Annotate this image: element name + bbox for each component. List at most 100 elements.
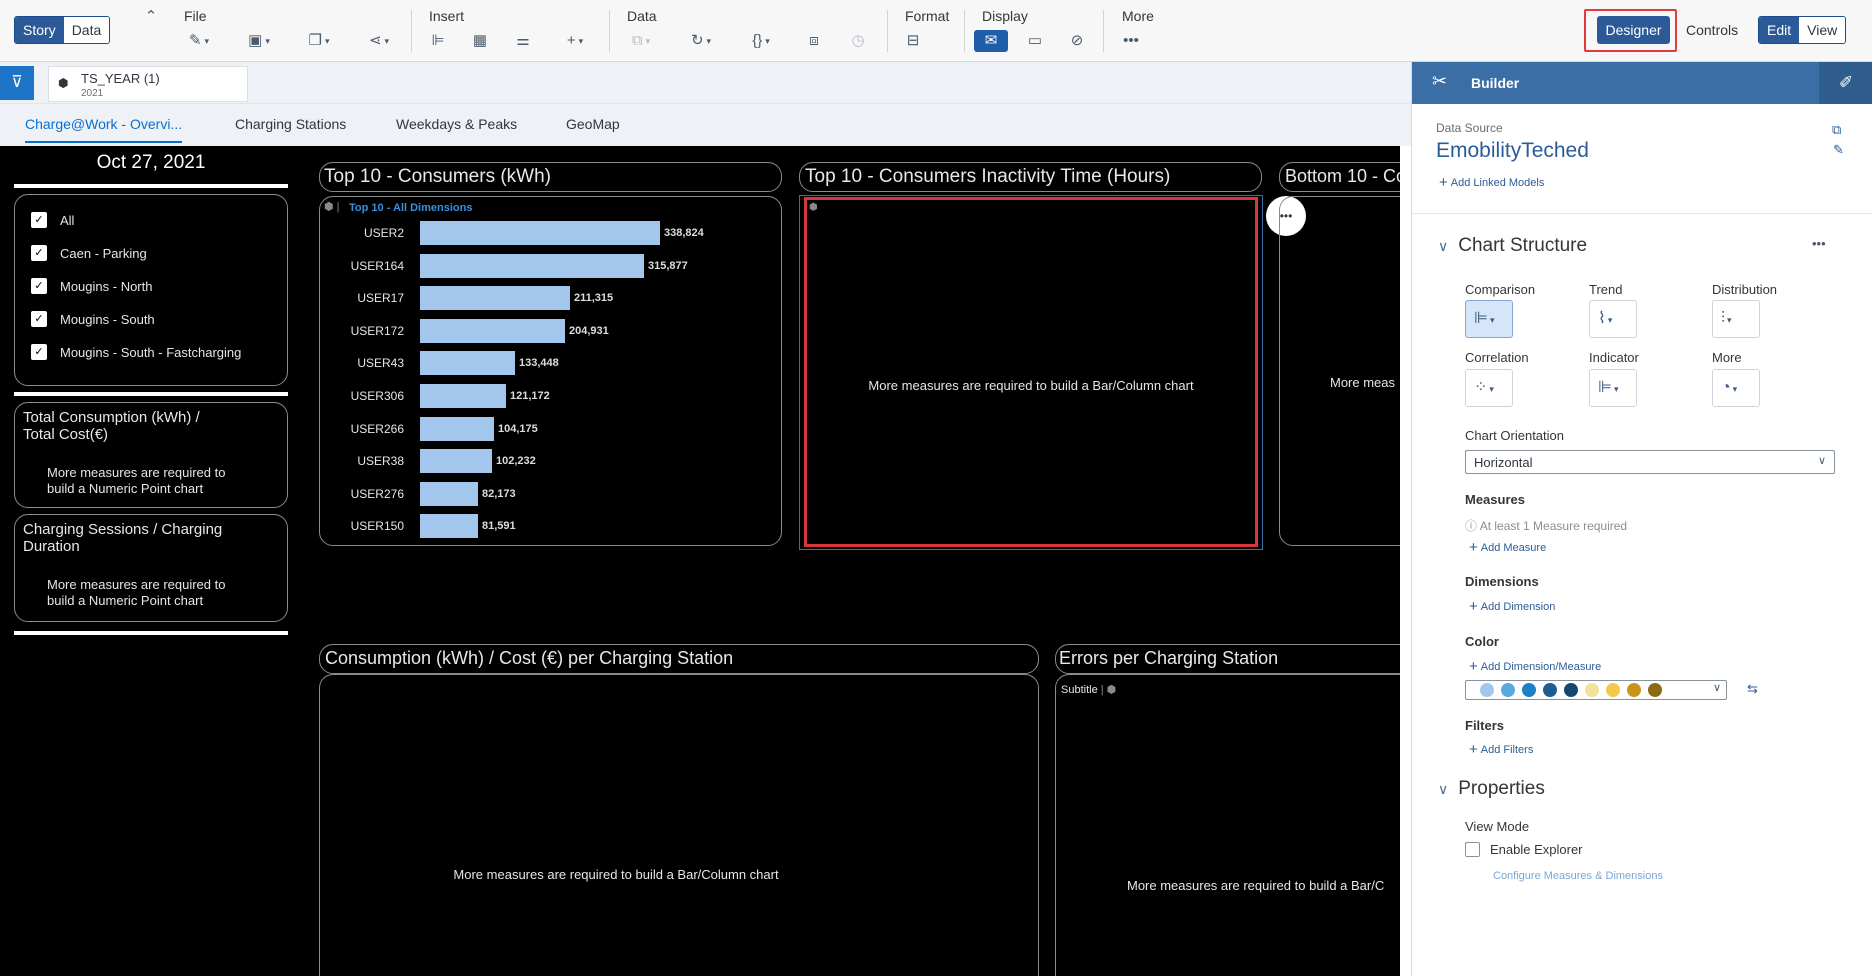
date-label: Oct 27, 2021 xyxy=(96,152,206,173)
kpi-consumption-card[interactable]: Total Consumption (kWh) / Total Cost(€) M… xyxy=(14,402,288,508)
performance-icon[interactable]: ⊘ xyxy=(1060,30,1094,52)
chart-structure-header[interactable]: ∨ Chart Structure xyxy=(1438,235,1587,257)
refresh-icon[interactable]: ↻ ▾ xyxy=(684,30,718,52)
configure-measures-link[interactable]: Configure Measures & Dimensions xyxy=(1493,870,1663,882)
comment-icon[interactable]: ✉ xyxy=(974,30,1008,52)
orientation-select[interactable]: Horizontal ∨ xyxy=(1465,450,1835,474)
story-data-toggle: Story Data xyxy=(14,16,111,44)
controls-button[interactable]: Controls xyxy=(1686,22,1738,38)
bar[interactable] xyxy=(420,514,478,539)
bar[interactable] xyxy=(420,351,515,376)
bar-value-label: 82,173 xyxy=(482,487,516,500)
add-filters-link[interactable]: + Add Filters xyxy=(1469,741,1533,758)
tab-overview[interactable]: Charge@Work - Overvi... xyxy=(25,116,183,143)
chart-title-card: Top 10 - Consumers Inactivity Time (Hour… xyxy=(799,162,1262,192)
color-swatch xyxy=(1480,683,1494,697)
story-button[interactable]: Story xyxy=(15,17,64,43)
formula-icon[interactable]: {} ▾ xyxy=(744,30,778,52)
inactivity-chart[interactable]: ⬢ More measures are required to build a … xyxy=(804,197,1258,547)
insert-input-control-icon[interactable]: ⚌ xyxy=(506,30,540,52)
edit-data-icon[interactable]: ⧉ ▾ xyxy=(624,30,658,52)
checkbox-mougins-south[interactable]: ✓ Mougins - South xyxy=(31,309,155,329)
enable-explorer-checkbox[interactable] xyxy=(1465,842,1480,857)
data-button[interactable]: Data xyxy=(63,17,110,43)
history-icon[interactable]: ◷ xyxy=(841,30,875,52)
tab-charging-stations[interactable]: Charging Stations xyxy=(235,116,346,132)
errors-per-station-chart[interactable]: Subtitle | ⬢ More measures are required … xyxy=(1055,674,1400,976)
bar[interactable] xyxy=(420,384,506,408)
more-types-label: More xyxy=(1712,350,1742,365)
add-filter-icon[interactable]: ⊽ xyxy=(0,66,34,100)
bar-value-label: 104,175 xyxy=(498,422,538,435)
add-icon[interactable]: + ▾ xyxy=(558,30,592,52)
bar-row: USER38 102,232 xyxy=(320,449,780,474)
bar-row: USER17 211,315 xyxy=(320,286,780,311)
color-palette-select[interactable] xyxy=(1465,680,1727,700)
checkbox-mougins-south-fastcharging[interactable]: ✓ Mougins - South - Fastcharging xyxy=(31,342,241,362)
linked-analysis-icon[interactable]: ⧈ xyxy=(797,30,831,52)
bar[interactable] xyxy=(420,253,644,278)
chart-message: More measures are required to build a Ba… xyxy=(868,378,1194,393)
bar[interactable] xyxy=(420,481,478,506)
designer-button[interactable]: Designer xyxy=(1597,16,1670,44)
comparison-chart-icon[interactable]: ⊫ ▾ xyxy=(1465,300,1513,338)
model-icon: ⬢ xyxy=(809,202,818,213)
indicator-chart-icon[interactable]: ⊫ ▾ xyxy=(1589,369,1637,407)
tab-weekdays-peaks[interactable]: Weekdays & Peaks xyxy=(396,116,517,132)
builder-tools-icon[interactable]: ✂ xyxy=(1432,71,1447,92)
bar-value-label: 81,591 xyxy=(482,520,516,533)
tools-icon[interactable]: ✎ ▾ xyxy=(182,30,216,52)
format-group-label: Format xyxy=(905,8,950,24)
filter-token[interactable]: ⬢ TS_YEAR (1) 2021 xyxy=(48,66,248,102)
distribution-chart-icon[interactable]: ⫶ ▾ xyxy=(1712,300,1760,338)
bar[interactable] xyxy=(420,221,660,245)
checkbox-all[interactable]: ✓ All xyxy=(31,210,74,230)
trend-chart-icon[interactable]: ⌇ ▾ xyxy=(1589,300,1637,338)
kpi-sessions-card[interactable]: Charging Sessions / Charging Duration Mor… xyxy=(14,514,288,622)
filter-name: TS_YEAR (1) xyxy=(81,71,160,86)
edit-view-toggle: Edit View xyxy=(1758,16,1847,44)
format-styling-icon[interactable]: ⊟ xyxy=(896,30,930,52)
edit-button[interactable]: Edit xyxy=(1759,17,1800,43)
insert-table-icon[interactable]: ▦ xyxy=(463,30,497,52)
bar[interactable] xyxy=(420,286,570,311)
add-dimension-link[interactable]: + Add Dimension xyxy=(1469,598,1555,615)
donut-chart-icon[interactable]: ◔ ▾ xyxy=(1712,369,1760,407)
collapse-toolbar-icon[interactable]: ⌃ xyxy=(134,6,168,28)
bottom-consumers-chart[interactable]: More meas xyxy=(1279,196,1400,546)
copy-icon[interactable]: ❐ ▾ xyxy=(302,30,336,52)
properties-header[interactable]: ∨ Properties xyxy=(1438,778,1545,800)
bar-row: USER164 315,877 xyxy=(320,253,780,278)
bar[interactable] xyxy=(420,318,565,343)
view-button[interactable]: View xyxy=(1799,17,1846,43)
top-consumers-chart[interactable]: ⬢ | Top 10 - All Dimensions USER2 338,824… xyxy=(319,196,782,546)
consumption-per-station-chart[interactable]: More measures are required to build a Ba… xyxy=(319,674,1039,976)
tab-geomap[interactable]: GeoMap xyxy=(566,116,620,132)
bar[interactable] xyxy=(420,449,492,474)
styling-brush-icon[interactable]: ✐ xyxy=(1819,62,1872,104)
check-icon: ✓ xyxy=(31,311,47,327)
save-icon[interactable]: ▣ ▾ xyxy=(242,30,276,52)
checkbox-caen-parking[interactable]: ✓ Caen - Parking xyxy=(31,243,147,263)
share-icon[interactable]: ⋖ ▾ xyxy=(362,30,396,52)
bar-value-label: 211,315 xyxy=(574,292,614,305)
section-more-icon[interactable]: ••• xyxy=(1812,236,1826,251)
data-source-name[interactable]: EmobilityTeched xyxy=(1436,139,1589,163)
filter-bar: ⊽ ⬢ TS_YEAR (1) 2021 xyxy=(0,62,1411,104)
insert-chart-icon[interactable]: ⊫ xyxy=(421,30,455,52)
bar-value-label: 133,448 xyxy=(519,357,559,370)
edit-pencil-icon[interactable]: ✎ xyxy=(1833,142,1844,158)
layout-icon[interactable]: ▭ xyxy=(1018,30,1052,52)
checkbox-mougins-north[interactable]: ✓ Mougins - North xyxy=(31,276,152,296)
linked-models-icon[interactable]: ⧉ xyxy=(1832,122,1841,138)
bar[interactable] xyxy=(420,416,494,441)
add-linked-models-link[interactable]: + Add Linked Models xyxy=(1439,174,1544,191)
chart-title: Errors per Charging Station xyxy=(1059,648,1279,668)
more-icon[interactable]: ••• xyxy=(1114,30,1148,52)
toolbar-divider xyxy=(964,10,965,52)
add-dimension-measure-link[interactable]: + Add Dimension/Measure xyxy=(1469,658,1601,675)
correlation-chart-icon[interactable]: ⁘ ▾ xyxy=(1465,369,1513,407)
color-sync-icon[interactable]: ⇆ xyxy=(1747,681,1758,697)
model-icon: ⬢ | xyxy=(324,201,340,213)
add-measure-link[interactable]: + Add Measure xyxy=(1469,539,1546,556)
